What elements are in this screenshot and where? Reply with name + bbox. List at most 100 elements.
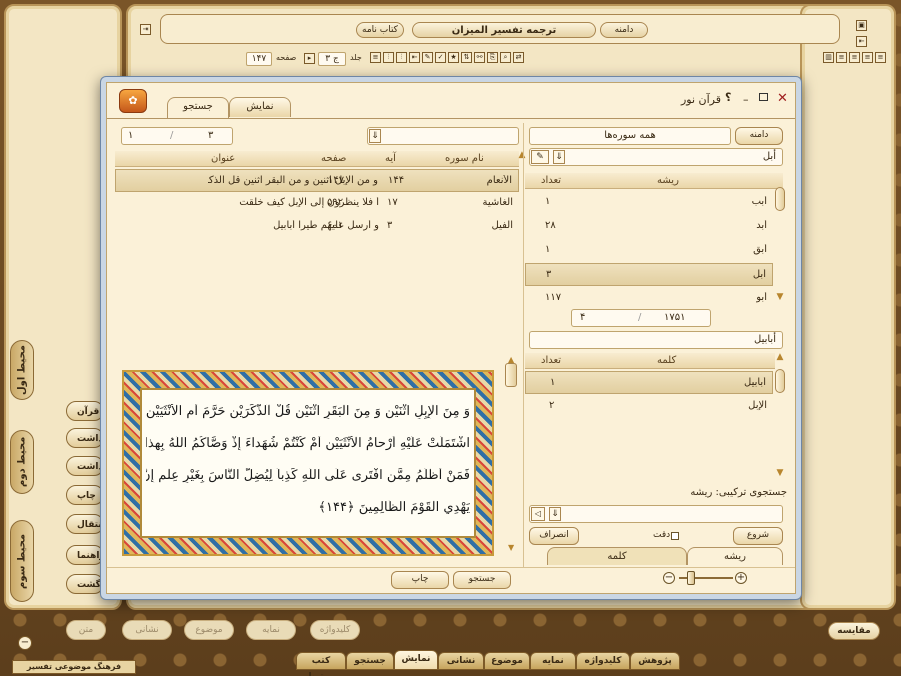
align2-icon[interactable]: ⫶ xyxy=(396,52,407,63)
combined-filter-icon[interactable]: ⇓ xyxy=(549,507,561,521)
tab-research[interactable]: پژوهش xyxy=(630,652,680,670)
roots-up-icon[interactable]: ▲ xyxy=(517,151,527,160)
list-icon[interactable]: ≡ xyxy=(370,52,381,63)
ayah-scroll-down-icon[interactable]: ▼ xyxy=(508,543,514,552)
lines-icon[interactable]: ≡ xyxy=(875,52,886,63)
page-number-field[interactable]: ۱۴۷ xyxy=(246,52,272,66)
root-row[interactable]: ۳ أبل xyxy=(525,263,773,286)
domain-pill[interactable]: دامنه xyxy=(600,22,648,38)
close-icon[interactable]: ✕ xyxy=(777,91,788,106)
domain-select[interactable]: همه سوره‌ها xyxy=(529,127,731,145)
tab-display-dialog[interactable]: نمایش xyxy=(229,97,291,117)
root-filter-icon[interactable]: ⇓ xyxy=(553,150,565,164)
ghost-text-button[interactable]: متن xyxy=(66,620,106,640)
word-row[interactable]: ۱ أبابيل xyxy=(525,371,773,394)
note-button[interactable]: یادداشت xyxy=(66,456,104,476)
result-row[interactable]: و من الإبل اثنين و من البقر اثنين قل آلذ… xyxy=(115,169,519,192)
ghost-topic-button[interactable]: موضوع xyxy=(184,620,234,640)
word-search-input[interactable]: أبابيل xyxy=(529,331,783,349)
zoom-thumb[interactable] xyxy=(687,571,695,585)
root-row[interactable]: ۲۸ أبد xyxy=(525,215,773,238)
align-icon[interactable]: ⫶ xyxy=(383,52,394,63)
word-row[interactable]: ۲ الإبل xyxy=(525,395,773,418)
words-up-icon[interactable]: ▲ xyxy=(775,353,785,362)
lines4-icon[interactable]: ≡ xyxy=(836,52,847,63)
lines2-icon[interactable]: ≡ xyxy=(862,52,873,63)
maximize-icon[interactable] xyxy=(759,93,768,101)
tab-keyword[interactable]: کلیدواژه xyxy=(576,652,630,670)
tab-search[interactable]: جستجو xyxy=(346,652,394,670)
transfer-button[interactable]: انتقال xyxy=(66,514,105,534)
cancel-button[interactable]: انصراف xyxy=(529,527,579,545)
quran-button[interactable]: قرآن xyxy=(66,401,104,421)
result-row[interactable]: أ فلا ينظرون إلى الإبل كيف خلقت ۵۹۲ ۱۷ الغا… xyxy=(115,192,519,215)
notebook-button[interactable]: یادداشت نامه xyxy=(66,428,104,448)
side-tab-second[interactable]: محیط دوم xyxy=(10,430,34,494)
side-tab-third[interactable]: محیط سوم xyxy=(10,520,34,602)
root-text: أبد xyxy=(756,220,767,231)
ayah-scroll-up-icon[interactable]: ▲ xyxy=(508,355,514,364)
tab-display[interactable]: نمایش xyxy=(394,650,438,670)
words-down-icon[interactable]: ▼ xyxy=(775,469,785,478)
pager-field[interactable]: ۱ / ۳ xyxy=(121,127,233,145)
zoom-icon[interactable]: ⌕ xyxy=(500,52,511,63)
lines3-icon[interactable]: ≡ xyxy=(849,52,860,63)
start-button[interactable]: شروع xyxy=(733,527,783,545)
minimize-icon[interactable]: – xyxy=(743,93,749,106)
mark-icon[interactable]: ✓ xyxy=(435,52,446,63)
ayah-scroll-handle[interactable] xyxy=(505,363,517,387)
root-row[interactable]: ۱ أبب xyxy=(525,191,773,214)
exact-checkbox[interactable] xyxy=(671,532,679,540)
roots-down-icon[interactable]: ▼ xyxy=(775,293,785,302)
side-tab-first[interactable]: محیط اول xyxy=(10,340,34,400)
ghost-keyword-button[interactable]: کلیدواژه xyxy=(310,620,360,640)
right-nav-icon[interactable]: ⇤ xyxy=(856,36,867,47)
book-list-button[interactable]: کتاب نامه xyxy=(356,22,404,38)
mode-tab-root[interactable]: ریشه xyxy=(687,547,783,565)
tab-related-books[interactable]: کتب مرتبط xyxy=(296,652,346,676)
zoom-in-icon[interactable]: + xyxy=(735,572,747,584)
words-scroll-thumb[interactable] xyxy=(775,369,785,393)
help-side-button[interactable]: راهنما xyxy=(66,545,105,565)
compare-button[interactable]: مقایسه xyxy=(828,622,880,640)
domain-button[interactable]: دامنه xyxy=(735,127,783,145)
root-clear-icon[interactable]: ✎ xyxy=(531,150,549,164)
print-button[interactable]: چاپ xyxy=(391,571,449,589)
results-filter-input[interactable] xyxy=(367,127,519,145)
filter-down-icon[interactable]: ⇓ xyxy=(369,129,381,143)
combined-search-input[interactable] xyxy=(529,505,783,523)
print-side-button[interactable]: چاپ xyxy=(66,485,104,505)
highlight-icon[interactable]: ✎ xyxy=(422,52,433,63)
root-row[interactable]: ۱ أبق xyxy=(525,239,773,262)
volume-field[interactable]: ج ۳ xyxy=(318,52,346,66)
roots-pager[interactable]: ۴ / ۱۷۵۱ xyxy=(571,309,711,327)
combined-left-icon[interactable]: ◁ xyxy=(531,507,545,521)
binoculars-icon[interactable]: ⚯ xyxy=(474,52,485,63)
help-icon[interactable]: ؟ xyxy=(725,91,731,104)
indent-icon[interactable]: ⇤ xyxy=(409,52,420,63)
ghost-address-button[interactable]: نشانی xyxy=(122,620,172,640)
copy-icon[interactable]: ⎘ xyxy=(487,52,498,63)
ghost-index-button[interactable]: نمایه xyxy=(246,620,296,640)
tab-address[interactable]: نشانی xyxy=(438,652,484,670)
result-row[interactable]: و أرسل عليهم طيرا أبابيل ۶۰۱ ۳ الفيل xyxy=(115,215,519,238)
words-header: تعداد کلمه xyxy=(525,353,775,369)
tab-search-dialog[interactable]: جستجو xyxy=(167,97,229,119)
minus-icon[interactable]: − xyxy=(18,636,32,650)
mode-tab-word[interactable]: کلمه xyxy=(547,547,687,565)
roots-scroll-thumb[interactable] xyxy=(775,187,785,211)
go-icon[interactable]: ▸ xyxy=(304,53,315,64)
back-button[interactable]: بازگشت xyxy=(66,574,104,594)
right-top-icon[interactable]: ▣ xyxy=(856,20,867,31)
root-search-input[interactable]: أبل xyxy=(529,148,783,166)
search-button[interactable]: جستجو xyxy=(453,571,511,589)
zoom-out-icon[interactable]: − xyxy=(663,572,675,584)
left-nav-icon[interactable]: ⇥ xyxy=(140,24,151,35)
star-icon[interactable]: ★ xyxy=(448,52,459,63)
compare-icon[interactable]: ⇄ xyxy=(513,52,524,63)
tab-topic[interactable]: موضوع xyxy=(484,652,530,670)
tab-index[interactable]: نمایه xyxy=(530,652,576,670)
root-row[interactable]: ۱۱۷ أبو xyxy=(525,287,773,310)
sort-icon[interactable]: ⇅ xyxy=(461,52,472,63)
book-icon[interactable]: ▥ xyxy=(823,52,834,63)
